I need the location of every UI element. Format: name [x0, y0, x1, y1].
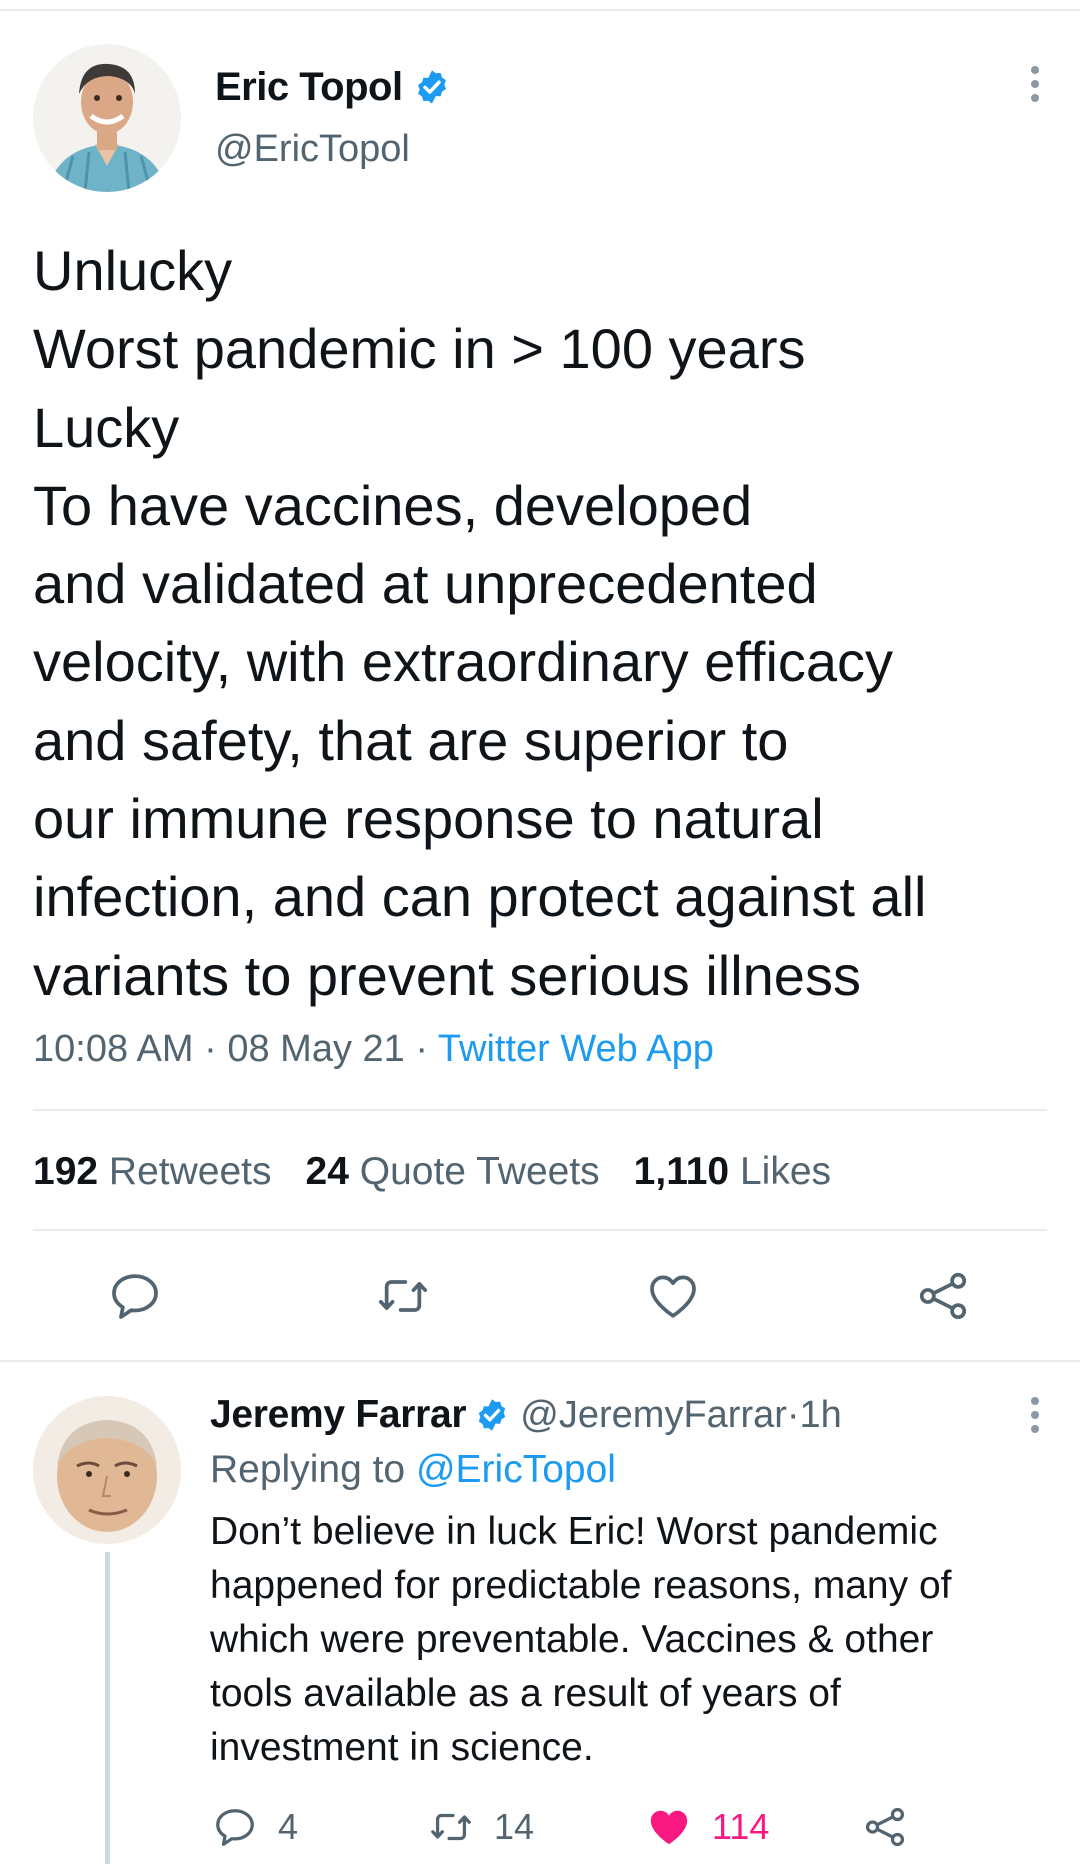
tweet-time[interactable]: 10:08 AM [33, 1028, 194, 1070]
tweet-meta: 10:08 AM · 08 May 21 · Twitter Web App [33, 1028, 714, 1071]
reply-author-name[interactable]: Jeremy Farrar [210, 1393, 467, 1437]
verified-badge-icon [417, 70, 446, 104]
divider [33, 1229, 1047, 1231]
like-filled-icon [650, 1810, 688, 1845]
share-button[interactable] [915, 1268, 971, 1324]
retweet-button[interactable] [375, 1268, 431, 1324]
more-options-icon[interactable] [1025, 64, 1045, 109]
tweet-text-line: Unlucky [33, 239, 233, 302]
divider [33, 1109, 1047, 1111]
reply-retweet-button[interactable]: 14 [428, 1803, 534, 1851]
reply-text-line: Don’t believe in luck Eric! Worst pandem… [210, 1510, 938, 1553]
quote-tweets-label: Quote Tweets [359, 1150, 600, 1193]
verified-badge-icon [479, 1399, 506, 1431]
reply-icon [112, 1274, 158, 1319]
top-divider [0, 9, 1080, 11]
share-icon [919, 1272, 967, 1320]
tweet-text-line: To have vaccines, developed [33, 473, 753, 537]
tweet-text-line: variants to prevent serious illness [33, 943, 861, 1007]
tweet-text-line: Lucky [33, 395, 180, 459]
reply-button[interactable] [107, 1268, 163, 1324]
retweet-count: 14 [494, 1806, 535, 1847]
thread-line [105, 1552, 110, 1864]
replying-to-handle-link[interactable]: @EricTopol [416, 1448, 616, 1491]
retweet-icon [431, 1813, 471, 1841]
meta-separator: · [193, 1028, 228, 1070]
quote-tweets-stat[interactable]: 24 Quote Tweets [306, 1150, 600, 1194]
author-name[interactable]: Eric Topol [215, 65, 403, 110]
meta-separator: · [404, 1028, 438, 1070]
reply-reply-button[interactable]: 4 [212, 1803, 298, 1851]
tweet-text-line: Worst pandemic in > 100 years [33, 317, 806, 381]
like-count: 114 [712, 1806, 770, 1847]
author-name-row[interactable]: Eric Topol [215, 62, 451, 112]
likes-count: 1,110 [633, 1150, 730, 1193]
reply-header: Jeremy Farrar @JeremyFarrar · 1h [210, 1388, 842, 1442]
reply-text-line: happened for predictable reasons, many o… [210, 1564, 952, 1607]
reply-icon [216, 1809, 254, 1846]
quote-tweets-count: 24 [305, 1150, 349, 1193]
reply-author-handle[interactable]: @JeremyFarrar [520, 1394, 787, 1437]
likes-stat[interactable]: 1,110 Likes [634, 1150, 831, 1194]
reply-age[interactable]: 1h [800, 1394, 842, 1437]
retweets-label: Retweets [108, 1150, 272, 1193]
reply-text: Don’t believe in luck Eric! Worst pandem… [210, 1505, 1070, 1775]
replying-to-label: Replying to [210, 1448, 416, 1491]
tweet-text-line: and safety, that are superior to [33, 708, 789, 772]
reply-more-options-icon[interactable] [1025, 1395, 1045, 1440]
tweet-text-line: infection, and can protect against all [33, 865, 927, 929]
reply-count: 4 [278, 1806, 299, 1847]
meta-separator: · [786, 1393, 800, 1436]
tweet-text-line: our immune response to natural [33, 787, 824, 851]
tweet-text: Unlucky Worst pandemic in > 100 years Lu… [33, 232, 1073, 1015]
reply-text-line: tools available as a result of years of [210, 1672, 841, 1715]
reply-author-avatar[interactable] [33, 1396, 181, 1544]
author-avatar[interactable] [33, 44, 181, 192]
tweet-stats: 192 Retweets 24 Quote Tweets 1,110 Likes [33, 1150, 865, 1194]
reply-text-line: which were preventable. Vaccines & other [210, 1618, 934, 1661]
tweet-date[interactable]: 08 May 21 [227, 1028, 404, 1070]
retweet-icon [378, 1280, 428, 1312]
reply-like-button[interactable]: 114 [646, 1803, 769, 1851]
retweets-count: 192 [33, 1150, 99, 1193]
tweet-source-link[interactable]: Twitter Web App [438, 1028, 714, 1070]
replying-to: Replying to @EricTopol [210, 1448, 616, 1492]
likes-label: Likes [739, 1150, 832, 1193]
like-button[interactable] [645, 1268, 701, 1324]
like-icon [650, 1275, 696, 1318]
retweets-stat[interactable]: 192 Retweets [33, 1150, 272, 1194]
tweet-text-line: velocity, with extraordinary efficacy [33, 630, 894, 694]
tweet-text-line: and validated at unprecedented [33, 552, 818, 616]
reply-share-button[interactable] [862, 1803, 928, 1851]
share-icon [865, 1807, 905, 1847]
author-handle[interactable]: @EricTopol [215, 128, 410, 171]
section-divider [0, 1360, 1080, 1362]
reply-text-line: investment in science. [210, 1726, 594, 1769]
